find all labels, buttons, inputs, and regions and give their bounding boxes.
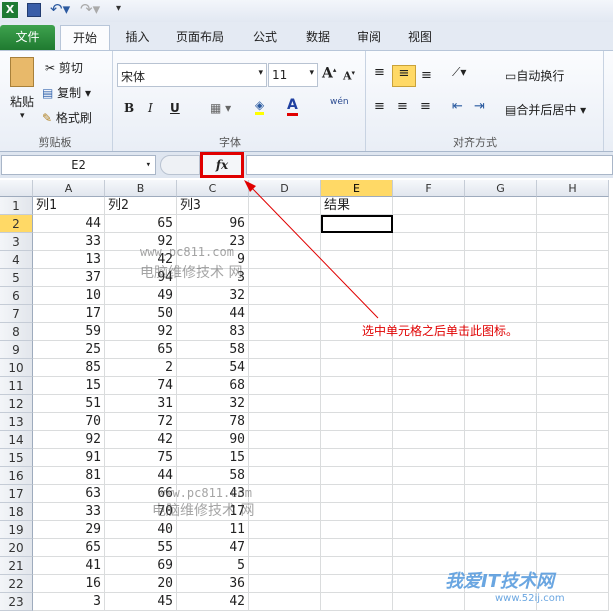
annotation-arrow bbox=[244, 180, 379, 319]
logo-text: 我爱IT技术网 bbox=[445, 571, 554, 592]
annotation-text: 选中单元格之后单击此图标。 bbox=[362, 324, 519, 338]
site-logo: 我爱IT技术网 www.52ij.com bbox=[400, 545, 610, 613]
logo-url: www.52ij.com bbox=[495, 593, 565, 604]
